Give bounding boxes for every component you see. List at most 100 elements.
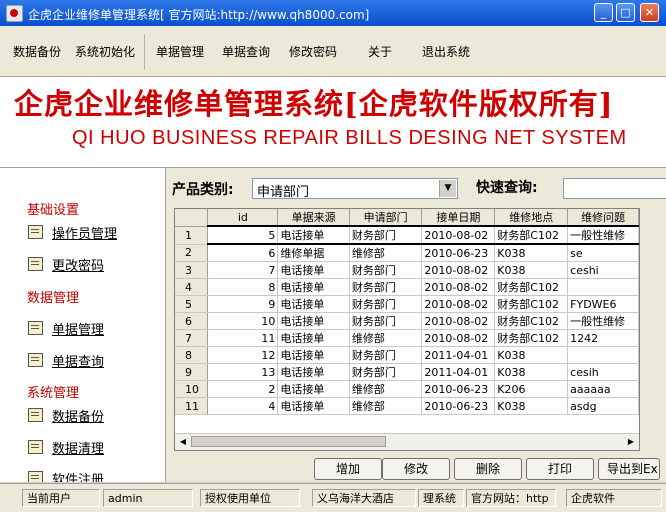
table-cell: 2010-08-02 xyxy=(421,225,496,245)
row-number[interactable]: 3 xyxy=(175,261,209,279)
table-cell: 财务部C102 xyxy=(494,329,569,347)
table-cell: 电话接单 xyxy=(277,346,350,364)
table-cell: 10 xyxy=(207,312,279,330)
row-number[interactable]: 9 xyxy=(175,363,209,381)
status-current-user-label: 当前用户 xyxy=(22,489,100,507)
table-row[interactable]: 11 4 电话接单 维修部 2010-06-23 K038 asdg xyxy=(175,397,639,415)
category-select[interactable]: 申请部门 ▼ xyxy=(252,178,458,200)
table-cell: 财务部C102 xyxy=(494,225,569,245)
menu-bill-management[interactable]: 单据管理 xyxy=(156,43,204,60)
row-number[interactable]: 10 xyxy=(175,380,209,398)
table-cell: 电话接单 xyxy=(277,295,350,313)
table-cell: 一般性维修 xyxy=(567,225,639,245)
table-cell: asdg xyxy=(567,397,639,415)
row-number[interactable]: 1 xyxy=(175,226,209,245)
edit-button[interactable]: 修改 xyxy=(382,458,450,480)
table-row[interactable]: 6 10 电话接单 财务部门 2010-08-02 财务部C102 一般性维修 xyxy=(175,312,639,330)
table-cell xyxy=(567,346,639,364)
table-cell: 2010-08-02 xyxy=(421,312,496,330)
column-header[interactable]: id xyxy=(207,209,279,227)
table-cell: aaaaaa xyxy=(567,380,639,398)
menu-data-backup[interactable]: 数据备份 xyxy=(13,43,61,60)
status-license-unit: 义乌海洋大酒店 xyxy=(312,489,416,507)
close-icon[interactable]: ✕ xyxy=(640,3,659,22)
chevron-down-icon[interactable]: ▼ xyxy=(439,180,456,197)
sidebar-item-change-password[interactable]: 更改密码 xyxy=(28,255,104,274)
export-button[interactable]: 导出到Ex xyxy=(598,458,660,480)
edit-icon xyxy=(28,321,43,335)
sidebar-section-basic: 基础设置 xyxy=(27,203,80,218)
table-row[interactable]: 3 7 电话接单 财务部门 2010-08-02 K038 ceshi xyxy=(175,261,639,279)
table-cell: 财务部C102 xyxy=(494,278,569,296)
scrollbar-thumb[interactable] xyxy=(191,436,386,447)
sidebar-item-bill-query[interactable]: 单据查询 xyxy=(28,351,104,370)
sidebar-item-register[interactable]: 软件注册 xyxy=(28,469,104,482)
table-cell: se xyxy=(567,244,639,262)
table-cell: 财务部门 xyxy=(349,363,423,381)
menu-bill-query[interactable]: 单据查询 xyxy=(222,43,270,60)
menu-change-password[interactable]: 修改密码 xyxy=(289,43,337,60)
row-number[interactable]: 8 xyxy=(175,346,209,364)
table-cell: 财务部门 xyxy=(349,261,423,279)
minimize-icon[interactable]: _ xyxy=(594,3,613,22)
table-cell: 2010-06-23 xyxy=(421,380,496,398)
table-row[interactable]: 9 13 电话接单 财务部门 2011-04-01 K038 cesih xyxy=(175,363,639,381)
sidebar-item-data-cleanup[interactable]: 数据清理 xyxy=(28,438,104,457)
table-row[interactable]: 2 6 维修单据 维修部 2010-06-23 K038 se xyxy=(175,244,639,262)
delete-button[interactable]: 删除 xyxy=(454,458,522,480)
table-row[interactable]: 8 12 电话接单 财务部门 2011-04-01 K038 xyxy=(175,346,639,364)
table-row[interactable]: 1 5 电话接单 财务部门 2010-08-02 财务部C102 一般性维修 xyxy=(175,225,639,245)
table-cell: 维修部 xyxy=(349,244,423,262)
status-bar: 当前用户 admin 授权使用单位 义乌海洋大酒店 理系统 官方网站：http … xyxy=(0,483,666,512)
scroll-right-icon[interactable]: ▶ xyxy=(625,436,637,447)
row-number[interactable]: 5 xyxy=(175,295,209,313)
table-cell: K038 xyxy=(494,244,569,262)
row-header-corner xyxy=(175,209,209,227)
column-header[interactable]: 申请部门 xyxy=(349,209,423,227)
table-cell xyxy=(567,278,639,296)
table-cell: 12 xyxy=(207,346,279,364)
row-number[interactable]: 2 xyxy=(175,244,209,262)
table-cell: 维修部 xyxy=(349,380,423,398)
column-header[interactable]: 维修地点 xyxy=(494,209,569,227)
table-cell: 电话接单 xyxy=(277,397,350,415)
menu-about[interactable]: 关于 xyxy=(368,43,392,60)
row-number[interactable]: 6 xyxy=(175,312,209,330)
maximize-icon[interactable]: □ xyxy=(616,3,635,22)
table-cell: 财务部门 xyxy=(349,295,423,313)
table-row[interactable]: 5 9 电话接单 财务部门 2010-08-02 财务部C102 FYDWE6 xyxy=(175,295,639,313)
horizontal-scrollbar[interactable]: ◀ ▶ xyxy=(175,433,639,450)
table-row[interactable]: 10 2 电话接单 维修部 2010-06-23 K206 aaaaaa xyxy=(175,380,639,398)
sidebar-item-data-backup[interactable]: 数据备份 xyxy=(28,406,104,425)
scroll-left-icon[interactable]: ◀ xyxy=(177,436,189,447)
print-button[interactable]: 打印 xyxy=(526,458,594,480)
sidebar-item-bill-management[interactable]: 单据管理 xyxy=(28,319,104,338)
add-button[interactable]: 增加 xyxy=(314,458,382,480)
row-number[interactable]: 7 xyxy=(175,329,209,347)
banner-title-cn: 企虎企业维修单管理系统[企虎软件版权所有] xyxy=(14,87,614,121)
table-cell: 2 xyxy=(207,380,279,398)
table-cell: 11 xyxy=(207,329,279,347)
table-cell: 电话接单 xyxy=(277,312,350,330)
sidebar-item-operator[interactable]: 操作员管理 xyxy=(28,223,117,242)
row-number[interactable]: 4 xyxy=(175,278,209,296)
status-system-fragment: 理系统 xyxy=(418,489,464,507)
menu-system-init[interactable]: 系统初始化 xyxy=(75,43,135,60)
column-header[interactable]: 维修问题 xyxy=(567,209,639,227)
table-row[interactable]: 4 8 电话接单 财务部门 2010-08-02 财务部C102 xyxy=(175,278,639,296)
table-row[interactable]: 7 11 电话接单 维修部 2010-08-02 财务部C102 1242 xyxy=(175,329,639,347)
table-cell: 2010-08-02 xyxy=(421,295,496,313)
menu-exit[interactable]: 退出系统 xyxy=(422,43,470,60)
status-software: 企虎软件 xyxy=(566,489,662,507)
data-grid[interactable]: id 单据来源 申请部门 接单日期 维修地点 维修问题 1 5 电话接单 财务部门 20… xyxy=(174,208,640,451)
sidebar: 基础设置 操作员管理 更改密码 数据管理 单据管理 单据查询 系统管理 数据备份… xyxy=(0,168,166,482)
sidebar-item-label: 操作员管理 xyxy=(52,227,118,242)
quick-search-input[interactable] xyxy=(563,178,666,199)
app-icon xyxy=(6,5,23,22)
row-number[interactable]: 11 xyxy=(175,397,209,415)
edit-icon xyxy=(28,353,43,367)
column-header[interactable]: 单据来源 xyxy=(277,209,350,227)
sidebar-section-system: 系统管理 xyxy=(27,386,80,401)
column-header[interactable]: 接单日期 xyxy=(421,209,496,227)
table-cell: 2010-08-02 xyxy=(421,261,496,279)
